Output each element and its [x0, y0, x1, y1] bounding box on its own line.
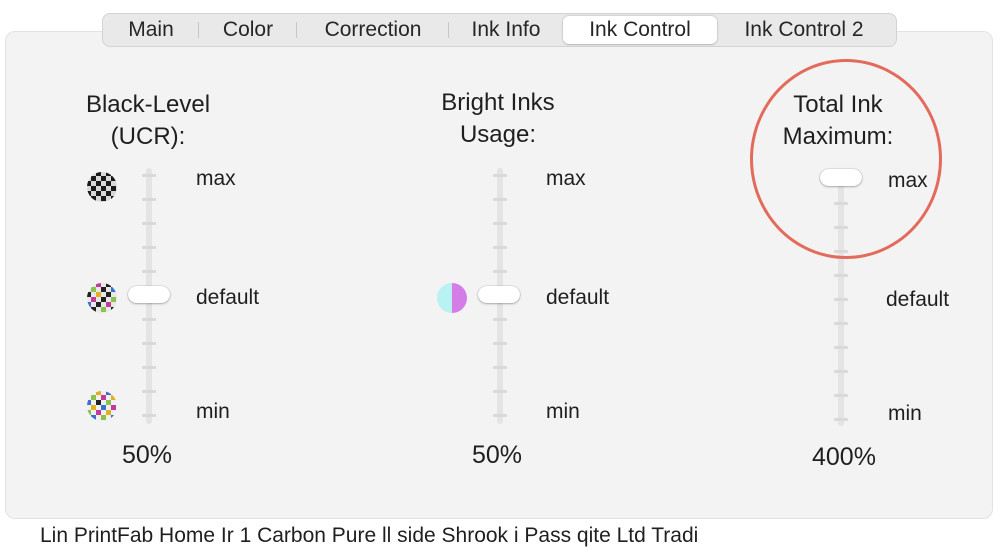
bright-inks-icon: [437, 283, 467, 313]
slider-tick: [834, 322, 848, 325]
black-level-title-line1: Black-Level: [85, 91, 211, 118]
slider-tick: [142, 270, 156, 273]
black-ink-max-icon: [87, 172, 117, 202]
bright-inks-max-label: max: [546, 167, 586, 190]
bright-inks-value: 50%: [472, 441, 523, 469]
bright-inks-default-label: default: [546, 286, 610, 309]
black-level-title-line2: (UCR):: [110, 123, 186, 150]
slider-tick: [493, 342, 507, 345]
slider-tick: [493, 318, 507, 321]
black-level-min-label: min: [196, 400, 230, 423]
slider-tick: [493, 198, 507, 201]
slider-tick: [834, 274, 848, 277]
tab-ink-control-2[interactable]: Ink Control 2: [717, 16, 891, 44]
total-ink-value: 400%: [812, 443, 876, 471]
tab-bar: Main Color Correction Ink Info Ink Contr…: [102, 13, 897, 47]
slider-tick: [834, 202, 848, 205]
bright-inks-title: Bright Inks Usage:: [408, 87, 588, 151]
black-level-value: 50%: [122, 441, 173, 469]
black-ink-default-icon: [87, 283, 117, 313]
slider-tick: [493, 174, 507, 177]
slider-tick: [142, 390, 156, 393]
slider-tick: [142, 342, 156, 345]
black-level-default-label: default: [196, 286, 260, 309]
tab-correction[interactable]: Correction: [297, 16, 449, 44]
slider-tick: [142, 318, 156, 321]
black-ink-min-icon: [87, 391, 117, 421]
slider-tick: [493, 366, 507, 369]
slider-tick: [493, 390, 507, 393]
footer-text: Lin PrintFab Home Ir 1 Carbon Pure ll si…: [40, 524, 699, 547]
total-ink-min-label: min: [888, 402, 922, 425]
slider-tick: [142, 414, 156, 417]
tab-main[interactable]: Main: [103, 16, 199, 44]
slider-tick: [493, 222, 507, 225]
slider-tick: [834, 418, 848, 421]
total-ink-default-label: default: [886, 288, 950, 311]
slider-tick: [834, 226, 848, 229]
total-ink-title-line1: Total Ink: [793, 91, 883, 118]
tab-color[interactable]: Color: [199, 16, 297, 44]
slider-tick: [142, 246, 156, 249]
slider-tick: [142, 222, 156, 225]
tab-ink-info[interactable]: Ink Info: [449, 16, 563, 44]
total-ink-title-line2: Maximum:: [782, 123, 894, 150]
slider-tick: [834, 370, 848, 373]
slider-tick: [142, 174, 156, 177]
total-ink-title: Total Ink Maximum:: [748, 89, 928, 153]
black-level-max-label: max: [196, 167, 236, 190]
slider-tick: [834, 346, 848, 349]
bright-inks-slider-thumb[interactable]: [478, 286, 520, 303]
slider-tick: [493, 270, 507, 273]
bright-inks-title-line2: Usage:: [459, 121, 537, 148]
slider-tick: [142, 198, 156, 201]
tab-ink-control[interactable]: Ink Control: [563, 16, 717, 44]
slider-tick: [493, 246, 507, 249]
bright-inks-title-line1: Bright Inks: [441, 89, 555, 116]
total-ink-slider-thumb[interactable]: [820, 169, 862, 186]
slider-tick: [834, 250, 848, 253]
black-level-title: Black-Level (UCR):: [58, 89, 238, 153]
slider-tick: [142, 366, 156, 369]
slider-tick: [834, 298, 848, 301]
black-level-slider-thumb[interactable]: [128, 286, 170, 303]
total-ink-max-label: max: [888, 169, 928, 192]
bright-inks-min-label: min: [546, 400, 580, 423]
slider-tick: [493, 414, 507, 417]
slider-tick: [834, 394, 848, 397]
